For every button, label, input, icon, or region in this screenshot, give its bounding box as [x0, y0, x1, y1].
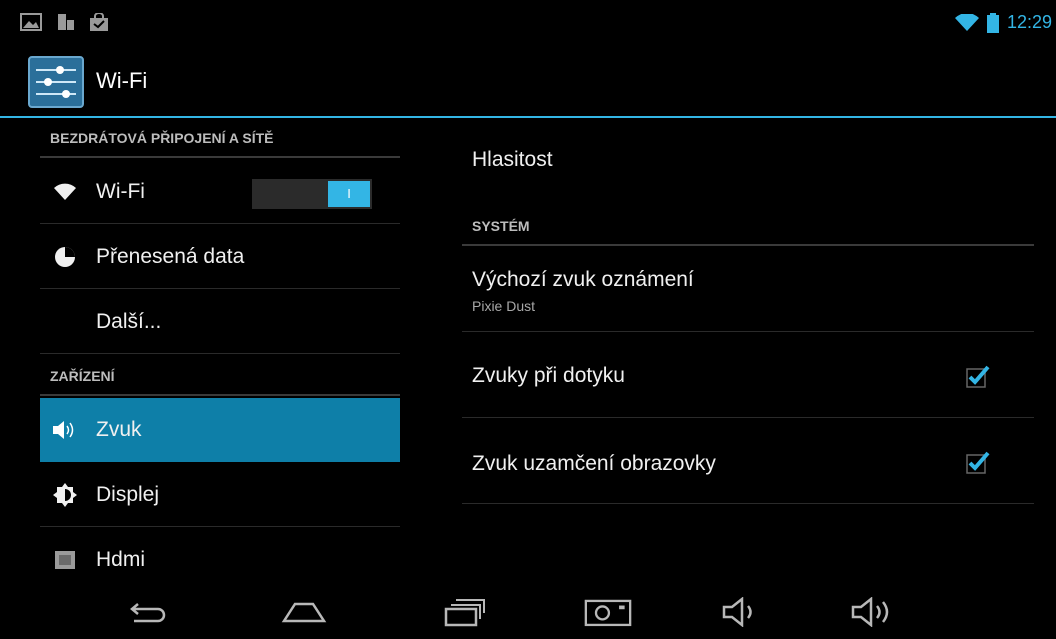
recent-apps-icon[interactable]	[440, 594, 488, 630]
back-icon[interactable]	[124, 594, 172, 630]
data-usage-icon	[52, 244, 78, 270]
sidebar-item-label: Wi-Fi	[96, 179, 145, 203]
settings-sliders-icon[interactable]	[28, 56, 84, 108]
volume-label: Hlasitost	[472, 148, 553, 171]
sd-card-icon	[58, 14, 74, 30]
sidebar-item-more[interactable]: Další...	[40, 290, 400, 354]
navigation-bar	[0, 584, 1056, 639]
shop-bag-icon	[90, 13, 108, 31]
sidebar-item-display[interactable]: Displej	[40, 463, 400, 527]
sound-settings: Hlasitost SYSTÉM Výchozí zvuk oznámení P…	[462, 118, 1034, 598]
volume-down-icon[interactable]	[716, 594, 764, 630]
sidebar-item-label: Další...	[96, 309, 162, 333]
wifi-icon	[52, 179, 78, 205]
settings-categories: BEZDRÁTOVÁ PŘIPOJENÍ A SÍTĚ Wi-Fi I Přen…	[40, 118, 400, 598]
sidebar-item-wifi[interactable]: Wi-Fi I	[40, 160, 400, 224]
header-wireless: BEZDRÁTOVÁ PŘIPOJENÍ A SÍTĚ	[40, 118, 400, 158]
lock-sound-checkbox[interactable]	[966, 450, 990, 474]
notification-sound-item[interactable]: Výchozí zvuk oznámení Pixie Dust	[462, 248, 1034, 332]
status-bar: 12:29	[0, 0, 1056, 44]
clock: 12:29	[1006, 12, 1052, 32]
sidebar-item-label: Zvuk	[96, 418, 142, 441]
hdmi-icon	[52, 547, 78, 573]
header-system: SYSTÉM	[462, 206, 1034, 246]
header-device: ZAŘÍZENÍ	[40, 356, 400, 396]
home-icon[interactable]	[280, 594, 328, 630]
sidebar-item-label: Přenesená data	[96, 244, 245, 268]
toggle-on-indicator: I	[328, 181, 370, 207]
volume-item[interactable]: Hlasitost	[462, 118, 1034, 204]
notification-sound-label: Výchozí zvuk oznámení	[472, 268, 694, 291]
notification-sound-value: Pixie Dust	[472, 298, 536, 314]
screenshot-icon[interactable]	[584, 594, 632, 630]
action-bar: Wi-Fi	[0, 44, 1056, 116]
sidebar-item-hdmi[interactable]: Hdmi	[40, 528, 400, 592]
touch-sounds-checkbox[interactable]	[966, 364, 990, 388]
sidebar-item-label: Displej	[96, 482, 160, 506]
page-title: Wi-Fi	[96, 68, 148, 93]
touch-sounds-label: Zvuky při dotyku	[472, 364, 625, 387]
brightness-icon	[52, 482, 78, 508]
sidebar-item-sound[interactable]: Zvuk	[40, 398, 400, 462]
battery-icon	[986, 12, 999, 33]
sidebar-item-data-usage[interactable]: Přenesená data	[40, 225, 400, 289]
sidebar-item-label: Hdmi	[96, 547, 146, 571]
lock-sound-label: Zvuk uzamčení obrazovky	[472, 452, 716, 475]
image-icon	[20, 13, 42, 31]
wifi-icon	[954, 13, 979, 31]
lock-sound-item[interactable]: Zvuk uzamčení obrazovky	[462, 418, 1034, 504]
wifi-toggle[interactable]: I	[252, 179, 372, 209]
touch-sounds-item[interactable]: Zvuky při dotyku	[462, 332, 1034, 418]
speaker-icon	[52, 417, 78, 443]
volume-up-icon[interactable]	[848, 594, 896, 630]
